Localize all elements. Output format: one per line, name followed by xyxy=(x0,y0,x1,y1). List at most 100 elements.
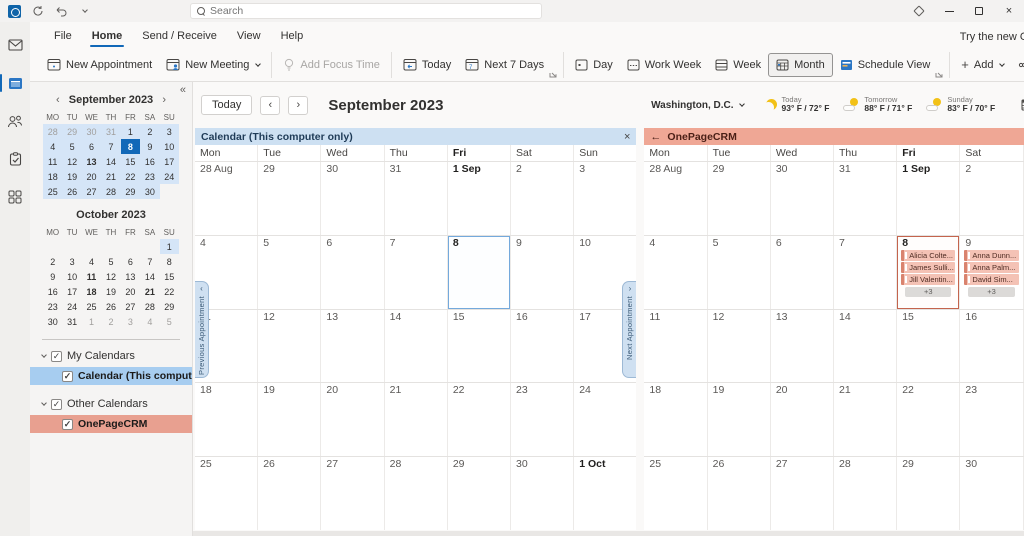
calendar-list-item-calendar-this-comput[interactable]: ✓ Calendar (This computer on... xyxy=(30,367,192,385)
day-cell[interactable]: 25 xyxy=(644,457,706,530)
arrange-dialog-launcher-icon[interactable] xyxy=(935,70,943,78)
day-cell[interactable]: 30 xyxy=(959,457,1022,530)
menu-tab-send-receive[interactable]: Send / Receive xyxy=(132,26,227,48)
people-icon[interactable] xyxy=(0,110,30,132)
day-cell-selected[interactable]: 8 xyxy=(446,235,511,309)
more-apps-icon[interactable] xyxy=(0,186,30,208)
mini-day[interactable]: 30 xyxy=(140,184,160,199)
mini-day[interactable]: 25 xyxy=(43,184,63,199)
week-view-button[interactable]: Week xyxy=(708,53,768,77)
mini-day[interactable]: 27 xyxy=(121,299,140,314)
event-chip[interactable]: Alicia Colte... xyxy=(901,249,956,261)
mini-day[interactable]: 28 xyxy=(101,184,121,199)
tasks-icon[interactable] xyxy=(0,148,30,170)
go-to-dialog-launcher-icon[interactable] xyxy=(549,70,557,78)
day-cell[interactable]: 4 xyxy=(644,236,706,309)
mini-day[interactable]: 19 xyxy=(101,284,120,299)
menu-tab-home[interactable]: Home xyxy=(82,26,133,48)
mini-day[interactable]: 5 xyxy=(101,254,120,269)
mini-day[interactable]: 9 xyxy=(140,139,160,154)
mini-day[interactable]: 25 xyxy=(82,299,101,314)
day-cell[interactable]: 28 Aug xyxy=(195,162,257,235)
mini-day-selected[interactable]: 8 xyxy=(120,139,141,154)
day-cell[interactable]: 7 xyxy=(383,235,447,309)
day-cell[interactable]: 31 xyxy=(833,162,896,235)
mini-day[interactable]: 5 xyxy=(160,314,179,329)
today-button[interactable]: Today xyxy=(396,53,458,77)
day-cell[interactable]: 2 xyxy=(959,162,1022,235)
day-cell[interactable]: 27 xyxy=(769,457,833,530)
mini-day[interactable]: 16 xyxy=(140,154,160,169)
close-panel-icon[interactable]: × xyxy=(624,131,630,143)
mini-day[interactable]: 7 xyxy=(101,139,121,154)
premium-gem-icon[interactable] xyxy=(904,0,934,22)
weather-today[interactable]: Today 93° F / 72° F xyxy=(766,95,830,114)
calendar-group-other-calendars[interactable]: ✓ Other Calendars xyxy=(30,394,192,414)
checkbox-checked[interactable]: ✓ xyxy=(62,418,73,430)
mini-day[interactable]: 23 xyxy=(140,169,160,184)
day-cell[interactable]: 26 xyxy=(706,457,770,530)
mini-day[interactable]: 3 xyxy=(62,254,81,269)
next-appointment-tab[interactable]: › Next Appointment xyxy=(622,281,637,378)
day-cell[interactable]: 23 xyxy=(959,383,1022,457)
day-cell[interactable]: 19 xyxy=(257,383,320,457)
weather-tomorrow[interactable]: Tomorrow 88° F / 71° F xyxy=(843,95,912,114)
search-box[interactable] xyxy=(190,3,542,19)
day-cell[interactable]: 14 xyxy=(383,309,447,383)
mini-day[interactable]: 30 xyxy=(43,314,62,329)
mini-day[interactable]: 22 xyxy=(120,169,141,184)
weather-sunday[interactable]: Sunday 83° F / 70° F xyxy=(926,95,995,114)
mini-day[interactable]: 3 xyxy=(121,314,140,329)
day-cell[interactable]: 28 xyxy=(383,457,447,530)
today-nav-button[interactable]: Today xyxy=(201,95,253,115)
new-meeting-button[interactable]: New Meeting xyxy=(159,53,267,77)
mini-day[interactable]: 1 xyxy=(120,124,141,139)
panel-header-calendar[interactable]: Calendar (This computer only) × xyxy=(195,128,637,145)
event-chip[interactable]: David Sim... xyxy=(964,273,1019,285)
day-cell[interactable]: 29 xyxy=(446,457,510,530)
day-cell[interactable]: 1 Oct xyxy=(573,457,636,530)
mini-day[interactable]: 4 xyxy=(43,139,63,154)
day-cell[interactable]: 2 xyxy=(510,162,573,235)
day-cell[interactable]: 20 xyxy=(769,383,833,457)
day-cell[interactable]: 16 xyxy=(959,309,1022,383)
mini-day[interactable]: 17 xyxy=(159,154,179,169)
collapse-sidebar-icon[interactable]: « xyxy=(180,84,186,96)
mini-day[interactable]: 19 xyxy=(62,169,82,184)
add-calendar-button[interactable]: + Add xyxy=(954,53,1011,77)
mini-day[interactable]: 27 xyxy=(81,184,102,199)
day-cell[interactable]: 13 xyxy=(320,309,383,383)
checkbox-checked[interactable]: ✓ xyxy=(51,398,62,410)
mini-day[interactable]: 15 xyxy=(120,154,141,169)
day-cell[interactable]: 3 xyxy=(573,162,636,235)
event-chip[interactable]: Anna Dunn... xyxy=(964,249,1019,261)
mini-day[interactable]: 16 xyxy=(43,284,62,299)
calendar-group-my-calendars[interactable]: ✓ My Calendars xyxy=(30,346,192,366)
next-7-days-button[interactable]: 7 Next 7 Days xyxy=(458,53,551,77)
mini-day[interactable]: 7 xyxy=(140,254,159,269)
mini-day[interactable]: 3 xyxy=(159,124,179,139)
previous-month-button[interactable]: ‹ xyxy=(260,95,281,115)
panel-header-onepagecrm[interactable]: ←OnePageCRM× xyxy=(644,128,1024,145)
day-cell[interactable]: 5 xyxy=(257,235,320,309)
day-cell[interactable]: 14 xyxy=(833,309,896,383)
more-events-badge[interactable]: +3 xyxy=(968,286,1015,297)
event-chip[interactable]: Anna Palm... xyxy=(964,261,1019,273)
weather-location[interactable]: Washington, D.C. xyxy=(651,100,745,111)
calendar-list-item-onepagecrm[interactable]: ✓ OnePageCRM xyxy=(30,415,192,433)
mini-day[interactable]: 22 xyxy=(160,284,179,299)
mini-day[interactable]: 2 xyxy=(43,254,62,269)
day-cell[interactable]: 29 xyxy=(706,162,770,235)
search-input[interactable] xyxy=(210,5,410,17)
day-cell[interactable]: 20 xyxy=(320,383,383,457)
mini-day[interactable]: 1 xyxy=(159,239,179,254)
day-cell[interactable]: 24 xyxy=(573,383,636,457)
menu-tab-view[interactable]: View xyxy=(227,26,271,48)
mini-day[interactable]: 30 xyxy=(81,124,102,139)
mini-day[interactable]: 11 xyxy=(43,154,63,169)
new-appointment-button[interactable]: New Appointment xyxy=(40,53,159,77)
work-week-view-button[interactable]: Work Week xyxy=(620,53,708,77)
mini-day[interactable]: 20 xyxy=(81,169,102,184)
day-cell[interactable]: 21 xyxy=(383,383,447,457)
mini-day[interactable]: 4 xyxy=(82,254,101,269)
